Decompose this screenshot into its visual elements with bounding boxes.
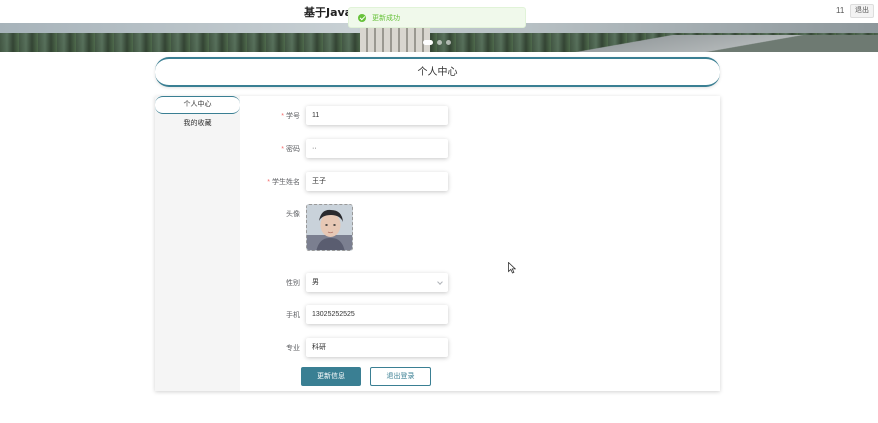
carousel-indicators <box>423 40 451 45</box>
phone-input[interactable]: 13025252525 <box>306 305 448 324</box>
field-label: * 学号 <box>281 113 300 120</box>
page-title: 个人中心 <box>155 57 720 87</box>
field-label: 头像 <box>286 211 300 218</box>
success-toast: 更新成功 <box>348 7 526 28</box>
site-title: 基于Java <box>304 6 353 19</box>
check-circle-icon <box>358 13 366 22</box>
student-id-input[interactable]: 11 <box>306 106 448 125</box>
sidebar: 个人中心 我的收藏 <box>155 96 240 391</box>
password-input[interactable]: ·· <box>306 139 448 158</box>
carousel-dot-3[interactable] <box>446 40 451 45</box>
update-info-button[interactable]: 更新信息 <box>301 367 361 386</box>
sidebar-item-favorites[interactable]: 我的收藏 <box>155 115 240 133</box>
major-input[interactable]: 科研 <box>306 338 448 357</box>
student-name-input[interactable]: 王子 <box>306 172 448 191</box>
logout-account-button[interactable]: 退出登录 <box>370 367 431 386</box>
banner-building <box>360 27 430 52</box>
carousel-dot-1[interactable] <box>423 40 433 45</box>
mouse-cursor-icon <box>508 262 516 274</box>
field-label: * 学生姓名 <box>267 179 300 186</box>
avatar-image <box>307 205 352 250</box>
field-label: 性别 <box>286 280 300 287</box>
gender-selected-value: 男 <box>312 279 319 286</box>
field-label: 专业 <box>286 345 300 352</box>
gender-select[interactable]: 男 <box>306 273 448 292</box>
field-label: * 密码 <box>281 146 300 153</box>
username: 11 <box>836 6 845 15</box>
carousel-dot-2[interactable] <box>437 40 442 45</box>
toast-message: 更新成功 <box>372 14 400 22</box>
chevron-down-icon <box>437 279 443 285</box>
profile-panel: 个人中心 我的收藏 * 学号 11 * 密码 ·· * 学生姓名 王子 头像 性… <box>155 96 720 391</box>
avatar-upload[interactable] <box>306 204 353 251</box>
logout-button[interactable]: 退出 <box>850 4 874 18</box>
field-label: 手机 <box>286 312 300 319</box>
sidebar-item-profile[interactable]: 个人中心 <box>155 96 240 114</box>
